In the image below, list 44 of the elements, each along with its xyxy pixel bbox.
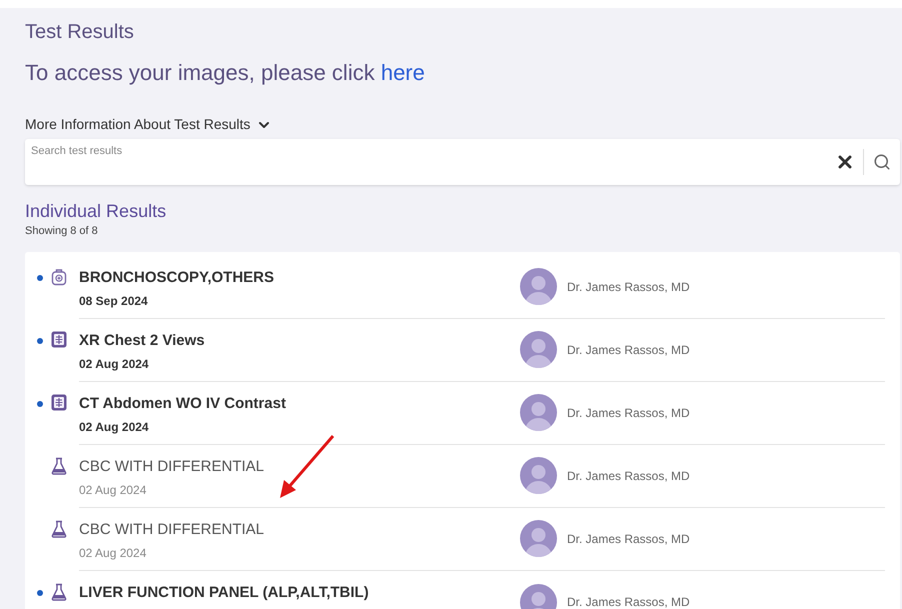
doctor-name: Dr. James Rassos, MD (567, 404, 690, 422)
results-count: Showing 8 of 8 (25, 224, 99, 239)
result-row[interactable]: CT Abdomen WO IV Contrast 02 Aug 2024 Dr. James Rassos, MD (33, 382, 885, 444)
medical-bag-icon (51, 268, 67, 286)
annotation-arrow (278, 434, 336, 500)
result-name: CT Abdomen WO IV Contrast (79, 394, 287, 414)
result-row[interactable]: XR Chest 2 Views 02 Aug 2024 Dr. James Rassos, MD (33, 318, 885, 382)
doctor-name: Dr. James Rassos, MD (567, 530, 690, 548)
page-title: Test Results (25, 20, 135, 45)
result-name: LIVER FUNCTION PANEL (ALP,ALT,TBIL) (79, 582, 370, 602)
avatar-silhouette-icon (520, 331, 557, 368)
result-name: CBC WITH DIFFERENTIAL (79, 456, 266, 476)
result-date: 02 Aug 2024 (79, 482, 148, 498)
avatar-silhouette-icon (520, 268, 557, 305)
flask-icon (51, 520, 67, 538)
image-access-text: To access your images, please click here (25, 59, 426, 87)
doctor-name: Dr. James Rassos, MD (567, 594, 690, 609)
avatar-silhouette-icon (520, 457, 557, 494)
search-field[interactable]: Search test results (25, 139, 900, 185)
avatar-silhouette-icon (520, 520, 557, 557)
result-row[interactable]: LIVER FUNCTION PANEL (ALP,ALT,TBIL) Dr. James Rassos, MD (33, 570, 885, 609)
here-link[interactable]: here (380, 60, 425, 85)
doctor-name: Dr. James Rassos, MD (567, 278, 690, 296)
result-date: 08 Sep 2024 (79, 292, 149, 310)
result-date: 02 Aug 2024 (79, 356, 150, 372)
avatar-silhouette-icon (520, 394, 557, 431)
search-icon (873, 153, 891, 171)
result-name: CBC WITH DIFFERENTIAL (79, 520, 266, 540)
flask-icon (51, 456, 67, 474)
doctor-name: Dr. James Rassos, MD (567, 468, 690, 484)
flask-icon (51, 582, 67, 600)
result-name: BRONCHOSCOPY,OTHERS (79, 268, 276, 288)
doctor-name: Dr. James Rassos, MD (567, 342, 690, 358)
result-row[interactable]: BRONCHOSCOPY,OTHERS 08 Sep 2024 Dr. James Rassos, MD (33, 256, 885, 318)
result-date: 02 Aug 2024 (79, 418, 150, 436)
search-input[interactable]: Search test results (25, 139, 827, 160)
result-name: XR Chest 2 Views (79, 330, 206, 350)
more-info-toggle[interactable]: More Information About Test Results (25, 114, 272, 135)
xray-icon (51, 394, 67, 410)
section-title: Individual Results (25, 200, 168, 223)
xray-icon (51, 330, 67, 348)
result-row[interactable]: CBC WITH DIFFERENTIAL 02 Aug 2024 Dr. James Rassos, MD (33, 444, 885, 508)
result-date: 02 Aug 2024 (79, 544, 148, 562)
result-row[interactable]: CBC WITH DIFFERENTIAL 02 Aug 2024 Dr. James Rassos, MD (33, 508, 885, 570)
